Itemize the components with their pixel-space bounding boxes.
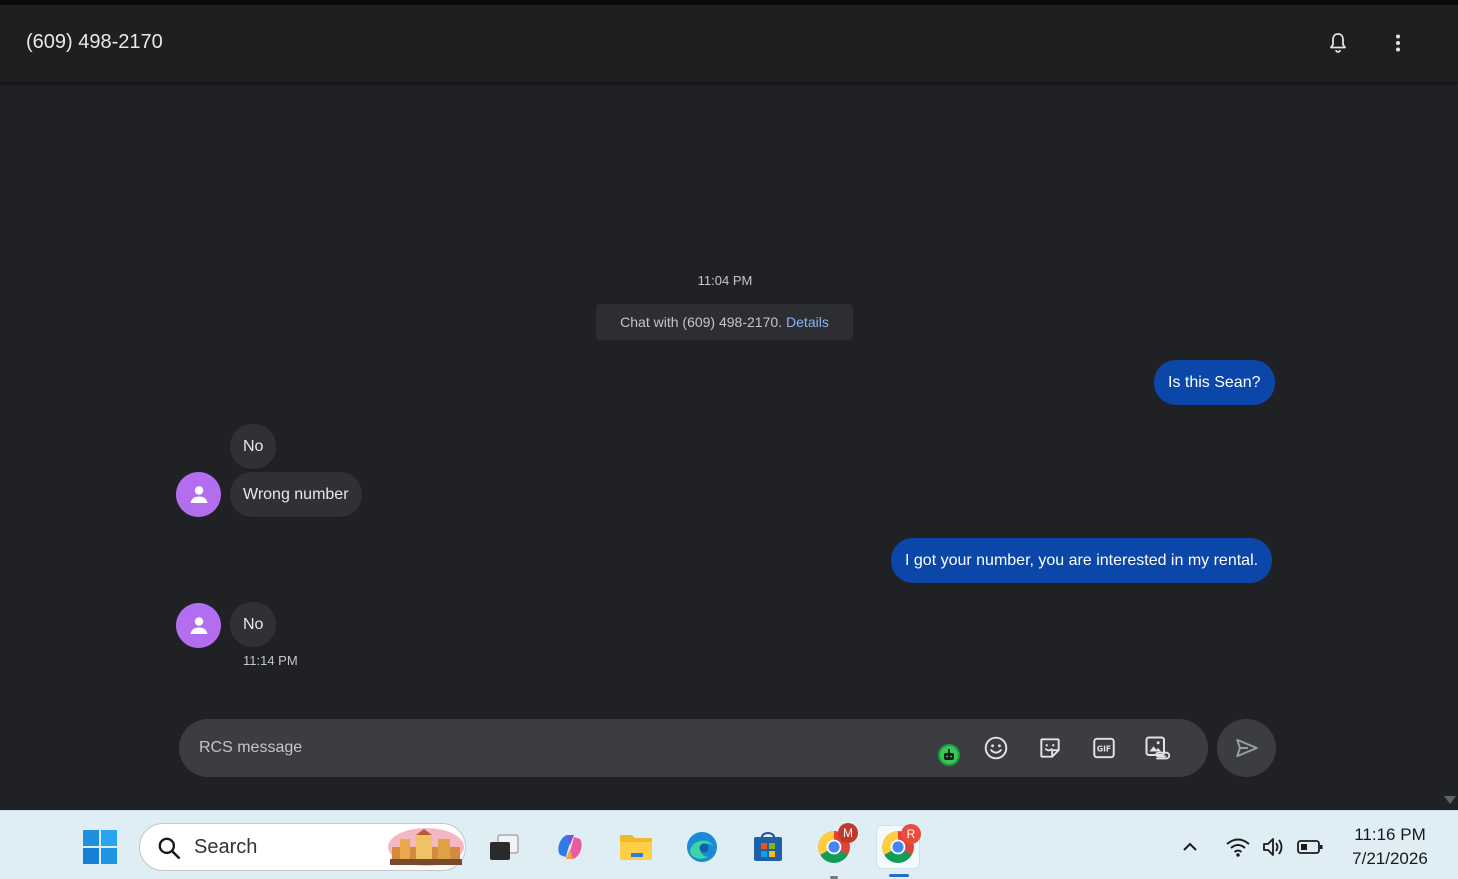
conversation-header: (609) 498-2170 [0,5,1458,82]
contact-avatar [176,472,221,517]
conversation-title: (609) 498-2170 [26,31,163,53]
send-button[interactable] [1217,719,1276,777]
person-icon [190,616,207,634]
volume-button[interactable] [1254,825,1294,869]
send-icon [1235,738,1258,758]
edge-button[interactable] [680,825,724,869]
person-icon [190,485,207,503]
chrome-button[interactable]: M [812,823,858,879]
message-input[interactable] [199,719,899,777]
clock-time: 11:16 PM [1354,825,1426,844]
taskbar-clock[interactable]: 11:16 PM 7/21/2026 [1340,823,1440,871]
gif-icon: GIF [1093,737,1115,759]
chevron-up-icon [1183,842,1197,851]
wifi-icon [1226,838,1250,857]
file-explorer-button[interactable] [614,825,658,869]
svg-text:GIF: GIF [1097,744,1111,753]
chat-info-banner: Chat with (609) 498-2170. Details [596,304,853,340]
bot-icon [938,744,960,766]
sticker-icon [1040,738,1060,758]
notifications-button[interactable] [1320,25,1356,61]
contact-avatar [176,603,221,648]
conversation-start-time: 11:04 PM [697,273,753,288]
store-icon [754,832,782,861]
task-view-icon [490,834,519,860]
windows-start-icon [83,830,117,864]
message-outgoing[interactable]: Is this Sean? [1154,360,1275,405]
message-composer: GIF [179,719,1208,777]
chat-area[interactable]: 11:04 PM Chat with (609) 498-2170. Detai… [0,82,1458,810]
message-incoming[interactable]: No [230,424,277,469]
battery-icon [1297,840,1323,854]
windows-taskbar: Search M R 11:16 PM 7/21/2026 [0,810,1458,879]
more-vert-icon [1396,34,1400,52]
message-incoming[interactable]: Wrong number [230,472,362,517]
chrome-profile-badge: R [901,824,921,844]
search-highlight-image-icon [388,828,464,866]
copilot-icon [558,835,582,859]
emoji-button[interactable] [982,734,1010,762]
store-button[interactable] [746,825,790,869]
search-label: Search [194,836,258,858]
chat-info-text: Chat with (609) 498-2170. [620,314,783,330]
battery-button[interactable] [1290,825,1330,869]
volume-icon [1263,838,1283,856]
start-button[interactable] [78,825,122,869]
wifi-button[interactable] [1218,825,1258,869]
bot-button[interactable] [935,741,963,769]
message-outgoing[interactable]: I got your number, you are interested in… [891,538,1273,583]
chrome-button-active[interactable]: R [876,824,921,877]
active-indicator [889,874,909,877]
emoji-icon [984,736,1008,760]
file-explorer-icon [620,835,652,860]
attach-media-button[interactable] [1143,734,1171,762]
more-options-button[interactable] [1380,25,1416,61]
task-view-button[interactable] [482,825,526,869]
message-timestamp: 11:14 PM [243,653,298,668]
edge-icon [687,832,717,862]
chrome-profile-badge: M [838,823,858,843]
search-icon [158,837,181,860]
clock-date: 7/21/2026 [1352,849,1428,868]
attach-media-icon [1145,736,1171,760]
taskbar-search[interactable]: Search [139,823,466,871]
gif-button[interactable]: GIF [1090,734,1118,762]
message-incoming[interactable]: No [230,602,277,647]
details-link[interactable]: Details [786,314,829,330]
sticker-button[interactable] [1036,734,1064,762]
scroll-down-arrow[interactable] [1444,796,1456,804]
show-hidden-icons-button[interactable] [1170,825,1210,869]
copilot-button[interactable] [548,825,592,869]
bell-icon [1330,33,1346,53]
